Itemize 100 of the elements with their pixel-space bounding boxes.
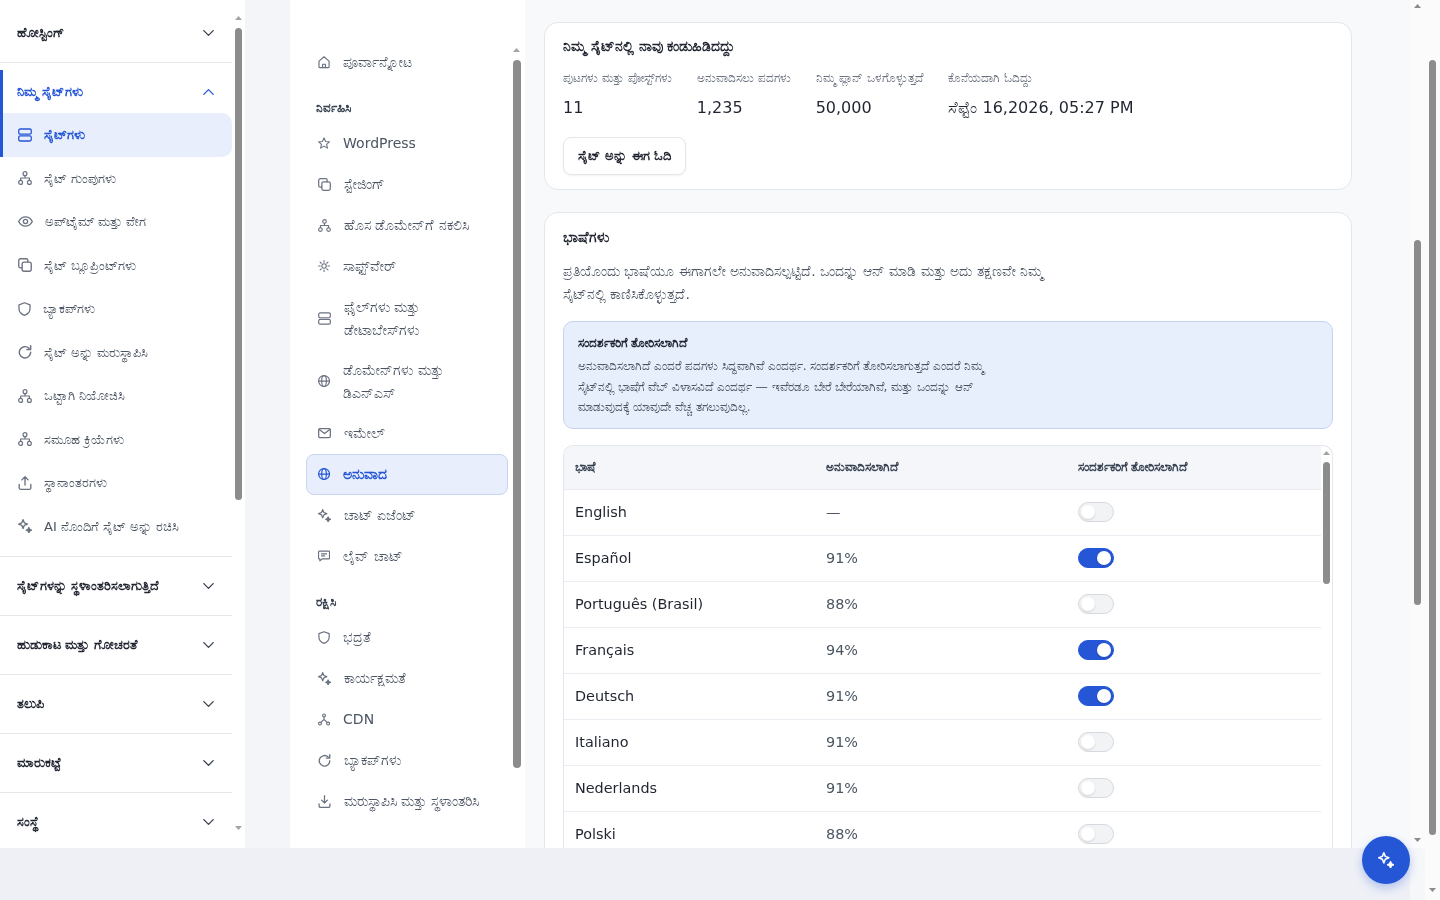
scroll-down-icon[interactable] bbox=[1414, 838, 1421, 842]
column-header: ಅನುವಾದಿಸಲಾಗಿದೆ bbox=[826, 459, 898, 475]
menu-item[interactable]: ಭದ್ರತೆ bbox=[306, 617, 508, 658]
eye-icon bbox=[18, 216, 33, 228]
menu-item[interactable]: WordPress bbox=[306, 123, 508, 164]
column-header: ಸಂದರ್ಶಕರಿಗೆ ತೋರಿಸಲಾಗಿದೆ bbox=[1078, 459, 1188, 475]
menu-item[interactable]: ಪೂರ್ವಾನ್ನೋಟ bbox=[306, 42, 508, 83]
sitemap-icon bbox=[18, 171, 32, 186]
menu-item[interactable]: ಅನುವಾದ bbox=[306, 454, 508, 495]
menu-item[interactable]: ಡೊಮೇನ್‌ಗಳು ಮತ್ತು ಡಿಎನ್‌ಎಸ್ bbox=[306, 350, 508, 413]
copy-icon bbox=[318, 178, 331, 191]
translated-value: 88% bbox=[826, 595, 858, 614]
chevron-down-icon bbox=[203, 819, 214, 825]
translated-value: 91% bbox=[826, 779, 858, 798]
envelope-icon bbox=[318, 428, 331, 439]
chevron-up-icon bbox=[203, 88, 214, 95]
nav-item[interactable]: ಅಪ್‌ಟೈಮ್ ಮತ್ತು ವೇಗ bbox=[0, 200, 232, 244]
stat-label: ಕೊನೆಯದಾಗಿ ಓದಿದ್ದು bbox=[948, 70, 1035, 86]
language-name: Italiano bbox=[575, 733, 629, 752]
menu-item[interactable]: ಸ್ಟೇಜಿಂಗ್ bbox=[306, 164, 508, 205]
scroll-down-icon[interactable] bbox=[235, 826, 242, 830]
sitemap-icon bbox=[18, 432, 32, 447]
translated-value: 91% bbox=[826, 549, 858, 568]
download-icon bbox=[318, 795, 331, 808]
stat-value: 50,000 bbox=[815, 97, 873, 119]
menu-item[interactable]: ಕಾರ್ಯಕ್ಷಮತೆ bbox=[306, 658, 508, 699]
stat-label: ಅನುವಾದಿಸಲು ಪದಗಳು bbox=[696, 70, 791, 86]
menu-item[interactable]: ಹೊಸ ಡೊಮೇನ್‌ಗೆ ನಕಲಿಸಿ bbox=[306, 205, 508, 246]
stat-value: 1,235 bbox=[696, 97, 744, 119]
group-header[interactable]: ಸಂಸ್ಥೆ bbox=[0, 793, 232, 848]
translated-value: 94% bbox=[826, 641, 858, 660]
scrollbar-thumb[interactable] bbox=[1414, 240, 1421, 605]
language-name: Português (Brasil) bbox=[575, 595, 704, 614]
copy-icon bbox=[18, 258, 32, 273]
nav-item[interactable]: ಸಮೂಹ ಕ್ರಿಯೆಗಳು bbox=[0, 417, 232, 461]
toggle-switch[interactable] bbox=[1078, 548, 1114, 568]
nav-item[interactable]: ಸೈಟ್‌ಗಳು bbox=[0, 113, 232, 157]
chevron-down-icon bbox=[203, 701, 214, 707]
notice-text: ಅನುವಾದಿಸಲಾಗಿದೆ ಎಂದರೆ ಪದಗಳು ಸಿದ್ಧವಾಗಿವೆ ಎಂದರ್ಥ. ಸಂದರ್ಶಕರಿಗೆ ತೋರಿಸಲಾಗುತ್ತದೆ ಎಂದರೆ ನಿಮ್ಮ ಸೈಟ್‌ನಲ್ಲಿ ಭಾಷೆಗೆ ವೆಬ್ ವಿಳಾಸವಿದೆ ಎಂದರ್ಥ — ಇವೆರಡೂ ಬೇರೆ ಬೇರೆಯಾಗಿವೆ, ಮತ್ತು ಒಂದನ್ನು ಆನ್ ಮಾಡುವುದಕ್ಕೆ ಯಾವುದೇ ವೆಚ್ಚ ತಗಲುವುದಿಲ್ಲ. bbox=[578, 358, 987, 418]
menu-item[interactable]: ಚಾಟ್ ಏಜೆಂಟ್ bbox=[306, 495, 508, 536]
sitemap-icon bbox=[18, 388, 32, 403]
language-name: Deutsch bbox=[575, 687, 635, 706]
scrollbar-thumb[interactable] bbox=[1323, 461, 1330, 584]
group-header[interactable]: ತಲುಪಿ bbox=[0, 675, 232, 733]
card-title: ಭಾಷೆಗಳು bbox=[563, 228, 610, 246]
sun-icon bbox=[318, 260, 331, 273]
stat-label: ಪುಟಗಳು ಮತ್ತು ಪೋಸ್ಟ್‌ಗಳು bbox=[563, 70, 672, 86]
home-icon bbox=[318, 56, 331, 69]
group-header[interactable]: ಹುಡುಕಾಟ ಮತ್ತು ಗೋಚರತೆ bbox=[0, 616, 232, 674]
nav-item[interactable]: ಸ್ಥಾನಾಂತರಗಳು bbox=[0, 461, 232, 505]
scrollbar-thumb[interactable] bbox=[512, 60, 521, 768]
nav-item[interactable]: ಒಟ್ಟಾಗಿ ನಿಯೋಜಿಸಿ bbox=[0, 374, 232, 418]
scroll-up-icon[interactable] bbox=[1323, 450, 1330, 455]
group-header[interactable]: ಸೈಟ್‌ಗಳನ್ನು ಸ್ಥಳಾಂತರಿಸಲಾಗುತ್ತಿದೆ bbox=[0, 557, 232, 615]
nav-item[interactable]: ಸೈಟ್ ಬ್ಲೂಪ್ರಿಂಟ್‌ಗಳು bbox=[0, 243, 232, 287]
globe-icon bbox=[318, 375, 331, 388]
refresh-icon bbox=[18, 345, 32, 360]
menu-item[interactable]: ಬ್ಯಾಕಪ್‌ಗಳು bbox=[306, 740, 508, 781]
refresh-icon bbox=[318, 754, 331, 767]
notice-title: ಸಂದರ್ಶಕರಿಗೆ ತೋರಿಸಲಾಗಿದೆ bbox=[578, 335, 689, 352]
menu-item[interactable]: ಫೈಲ್‌ಗಳು ಮತ್ತು ಡೇಟಾಬೇಸ್‌ಗಳು bbox=[306, 287, 508, 350]
language-name: Nederlands bbox=[575, 779, 658, 798]
nav-item[interactable]: ಸೈಟ್ ಅನ್ನು ಮರುಸ್ಥಾಪಿಸಿ bbox=[0, 330, 232, 374]
language-name: Español bbox=[575, 549, 632, 568]
menu-item[interactable]: ಮರುಸ್ಥಾಪಿಸಿ ಮತ್ತು ಸ್ಥಳಾಂತರಿಸಿ bbox=[306, 781, 508, 822]
sparkle-icon bbox=[1377, 851, 1395, 869]
chevron-down-icon bbox=[203, 30, 214, 36]
scroll-up-icon[interactable] bbox=[235, 16, 242, 20]
globe-icon bbox=[318, 468, 331, 481]
star-icon bbox=[318, 137, 331, 150]
menu-item[interactable]: ಸಾಫ್ಟ್‌ವೇರ್ bbox=[306, 246, 508, 287]
menu-item[interactable]: CDN bbox=[306, 699, 508, 740]
scroll-up-icon[interactable] bbox=[513, 48, 520, 52]
menu-item[interactable]: ಇಮೇಲ್ bbox=[306, 413, 508, 454]
stat-value: ಸೆಪ್ಟೆಂ 16,2026, 05:27 PM bbox=[948, 97, 1134, 120]
read-site-button[interactable]: ಸೈಟ್ ಅನ್ನು ಈಗ ಓದಿ bbox=[563, 137, 687, 175]
branch-icon bbox=[318, 713, 331, 726]
sparkle-icon bbox=[318, 672, 331, 685]
column-header: ಭಾಷೆ bbox=[575, 459, 595, 475]
description-text: ಪ್ರತಿಯೊಂದು ಭಾಷೆಯೂ ಈಗಾಗಲೇ ಅನುವಾದಿಸಲ್ಪಟ್ಟಿದೆ. ಒಂದನ್ನು ಆನ್ ಮಾಡಿ ಮತ್ತು ಅದು ತಕ್ಷಣವೇ ನಿಮ್ಮ ಸೈಟ್‌ನಲ್ಲಿ ಕಾಣಿಸಿಕೊಳ್ಳುತ್ತದೆ. bbox=[563, 262, 1046, 306]
nav-item[interactable]: ಸೈಟ್ ಗುಂಪುಗಳು bbox=[0, 156, 232, 200]
translated-value: 91% bbox=[826, 687, 858, 706]
translated-value: — bbox=[826, 503, 841, 522]
scroll-up-icon[interactable] bbox=[1414, 4, 1421, 8]
group-header[interactable]: ಮಾರುಕಟ್ಟೆ bbox=[0, 734, 232, 792]
menu-item[interactable]: ಲೈವ್ ಚಾಟ್ bbox=[306, 536, 508, 577]
nav-item[interactable]: AI ನೊಂದಿಗೆ ಸೈಟ್ ಅನ್ನು ರಚಿಸಿ bbox=[0, 504, 232, 548]
scrollbar-thumb[interactable] bbox=[235, 28, 242, 500]
chevron-down-icon bbox=[203, 583, 214, 589]
scroll-down-icon[interactable] bbox=[1429, 888, 1436, 892]
nav-item[interactable]: ಬ್ಯಾಕಪ್‌ಗಳು bbox=[0, 287, 232, 331]
toggle-switch[interactable] bbox=[1078, 640, 1114, 660]
section-label: ರಕ್ಷಿಸಿ bbox=[315, 594, 337, 612]
sitemap-icon bbox=[318, 219, 331, 232]
language-name: Polski bbox=[575, 825, 616, 844]
toggle-switch[interactable] bbox=[1078, 686, 1114, 706]
scrollbar-thumb[interactable] bbox=[1429, 60, 1436, 835]
group-header[interactable]: ಹೋಸ್ಟಿಂಗ್ bbox=[0, 4, 232, 62]
chat-icon bbox=[318, 550, 331, 563]
server-icon bbox=[318, 312, 331, 325]
